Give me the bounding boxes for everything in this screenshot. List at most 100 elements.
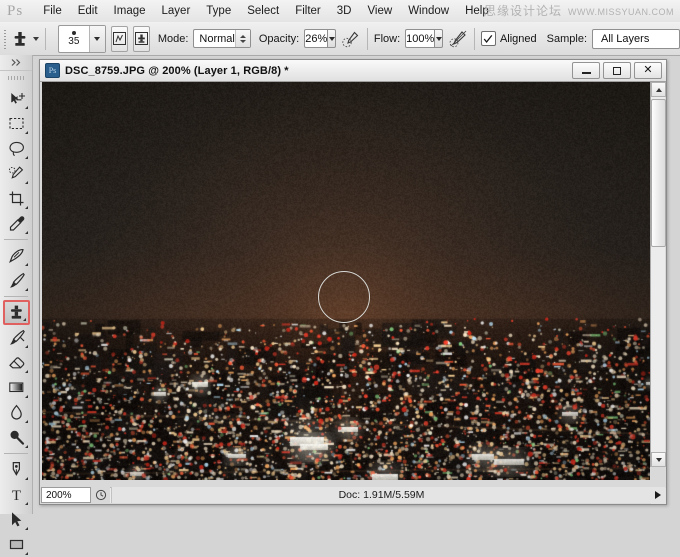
menu-item-image[interactable]: Image <box>106 3 154 19</box>
tool-flyout-triangle-icon <box>25 445 28 448</box>
tool-spot-healing-brush-tool[interactable] <box>3 243 30 268</box>
brush-size-picker[interactable]: 35 <box>58 25 106 53</box>
healing-brush-icon <box>7 246 26 265</box>
brush-panel-icon <box>112 31 127 46</box>
menu-item-filter[interactable]: Filter <box>287 3 329 19</box>
tool-move-tool[interactable] <box>3 86 30 111</box>
airbrush-toggle-button[interactable] <box>342 28 361 50</box>
close-icon: ✕ <box>643 65 652 76</box>
flow-dropdown-button[interactable] <box>435 29 443 48</box>
zoom-level-input[interactable]: 200% <box>41 487 91 503</box>
document-size-info: Doc: 1.91M/5.59M <box>111 487 651 503</box>
tool-crop-tool[interactable] <box>3 186 30 211</box>
blend-mode-select[interactable]: Normal <box>193 29 250 48</box>
menu-item-window[interactable]: Window <box>400 3 457 19</box>
type-t-icon: T <box>7 485 26 504</box>
triangle-down-icon <box>656 458 662 462</box>
vertical-scroll-thumb[interactable] <box>651 99 666 247</box>
brush-picker-chevron-icon[interactable] <box>89 26 105 52</box>
maximize-button[interactable] <box>603 62 631 79</box>
tools-divider <box>4 239 28 240</box>
menu-item-view[interactable]: View <box>359 3 400 19</box>
window-buttons: ✕ <box>569 62 662 79</box>
tool-type-tool[interactable]: T <box>3 482 30 507</box>
blend-mode-spinner-icon[interactable] <box>235 30 250 47</box>
lasso-icon <box>7 139 26 158</box>
scroll-down-button[interactable] <box>651 452 666 467</box>
tool-flyout-triangle-icon <box>25 527 28 530</box>
options-bar-grip[interactable] <box>3 28 6 49</box>
tool-lasso-tool[interactable] <box>3 136 30 161</box>
tool-rectangle-tool[interactable] <box>3 532 30 557</box>
tool-flyout-triangle-icon <box>25 263 28 266</box>
play-triangle-icon <box>655 491 661 499</box>
rectangle-shape-icon <box>7 535 26 554</box>
menu-item-3d[interactable]: 3D <box>329 3 360 19</box>
aligned-checkbox-box <box>481 31 496 46</box>
crop-icon <box>7 189 26 208</box>
tool-flyout-triangle-icon <box>25 288 28 291</box>
document-status-bar: 200% Doc: 1.91M/5.59M <box>41 487 665 503</box>
tool-blur-tool[interactable] <box>3 400 30 425</box>
tablet-pressure-toggle-button[interactable] <box>449 28 468 50</box>
tools-panel-grip[interactable] <box>8 73 24 83</box>
menu-item-type[interactable]: Type <box>198 3 239 19</box>
scroll-up-button[interactable] <box>651 82 666 97</box>
tool-quick-selection-tool[interactable] <box>3 161 30 186</box>
maximize-icon <box>613 67 621 75</box>
status-menu-button[interactable] <box>651 487 665 503</box>
pen-icon <box>7 460 26 479</box>
sample-select[interactable]: All Layers <box>592 29 680 49</box>
eraser-icon <box>7 353 26 372</box>
watermark-chinese: 思缘设计论坛 <box>484 2 562 19</box>
timing-indicator[interactable] <box>91 489 111 501</box>
svg-text:T: T <box>11 488 20 504</box>
close-button[interactable]: ✕ <box>634 62 662 79</box>
menu-item-file[interactable]: File <box>35 3 70 19</box>
minimize-button[interactable] <box>572 62 600 79</box>
toggle-brush-panel-button[interactable] <box>111 26 128 52</box>
vertical-scrollbar[interactable] <box>650 82 665 467</box>
move-icon <box>7 89 26 108</box>
aligned-checkbox[interactable]: Aligned <box>481 31 537 46</box>
tools-divider <box>4 296 28 297</box>
tool-history-brush-tool[interactable] <box>3 325 30 350</box>
opacity-value[interactable]: 26% <box>304 29 328 48</box>
photograph <box>42 82 650 480</box>
tool-eyedropper-tool[interactable] <box>3 211 30 236</box>
document-window: Ps DSC_8759.JPG @ 200% (Layer 1, RGB/8) … <box>39 59 667 505</box>
tool-clone-stamp-tool[interactable] <box>3 300 30 325</box>
menu-item-layer[interactable]: Layer <box>154 3 199 19</box>
dodge-icon <box>7 428 26 447</box>
tool-eraser-tool[interactable] <box>3 350 30 375</box>
menu-item-select[interactable]: Select <box>239 3 287 19</box>
image-canvas[interactable] <box>42 82 650 480</box>
tool-flyout-triangle-icon <box>25 370 28 373</box>
tool-flyout-triangle-icon <box>25 502 28 505</box>
tool-flyout-triangle-icon <box>25 181 28 184</box>
tool-rectangular-marquee-tool[interactable] <box>3 111 30 136</box>
tool-preset-chevron-icon[interactable] <box>33 37 39 41</box>
document-title-bar[interactable]: Ps DSC_8759.JPG @ 200% (Layer 1, RGB/8) … <box>40 60 666 82</box>
tool-path-selection-tool[interactable] <box>3 507 30 532</box>
opacity-dropdown-button[interactable] <box>328 29 336 48</box>
double-chevron-right-icon <box>10 58 23 67</box>
tool-pen-tool[interactable] <box>3 457 30 482</box>
tool-dodge-tool[interactable] <box>3 425 30 450</box>
flow-value[interactable]: 100% <box>405 29 435 48</box>
flow-label: Flow: <box>374 33 400 45</box>
tool-flyout-triangle-icon <box>25 131 28 134</box>
tools-panel-collapse-button[interactable] <box>0 55 32 71</box>
tool-flyout-triangle-icon <box>25 231 28 234</box>
tool-gradient-tool[interactable] <box>3 375 30 400</box>
ps-document-icon: Ps <box>45 63 60 78</box>
checkmark-icon <box>483 34 493 44</box>
current-tool-preview[interactable] <box>10 27 30 51</box>
menu-item-edit[interactable]: Edit <box>70 3 106 19</box>
brush-size-value: 35 <box>68 37 79 47</box>
tool-brush-tool[interactable] <box>3 268 30 293</box>
tablet-pressure-icon <box>449 29 468 48</box>
photoshop-logo: Ps <box>7 3 23 20</box>
menu-bar: Ps FileEditImageLayerTypeSelectFilter3DV… <box>0 0 680 23</box>
toggle-clone-source-button[interactable] <box>133 26 150 52</box>
